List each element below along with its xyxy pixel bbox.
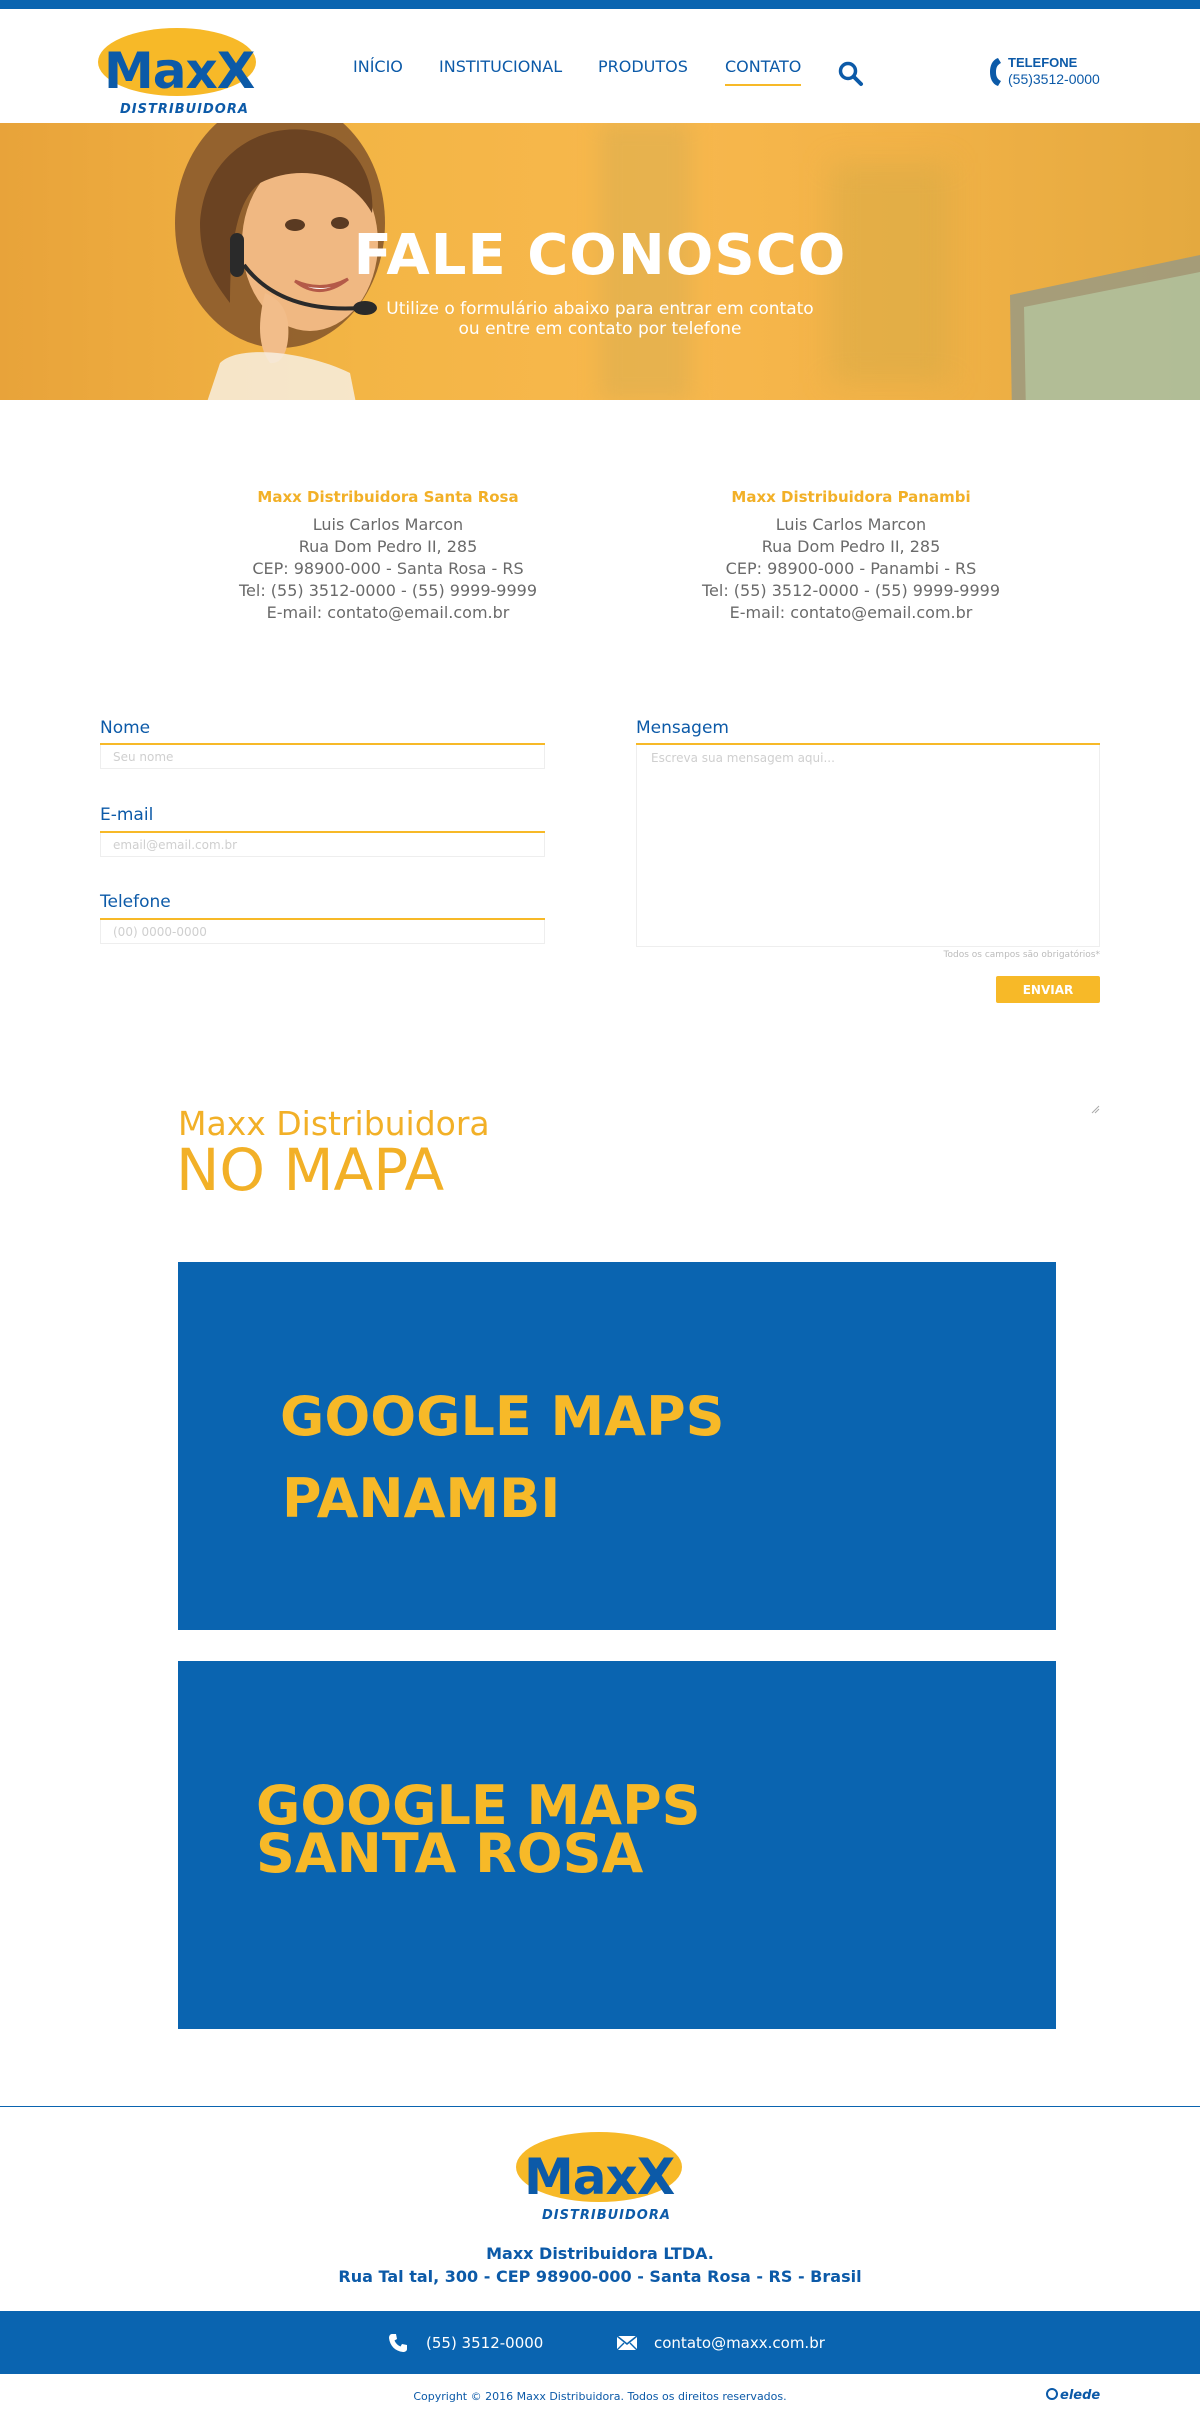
message-textarea[interactable] — [636, 745, 1100, 947]
phone-icon — [990, 58, 1001, 86]
nav-item-produtos[interactable]: PRODUTOS — [598, 57, 688, 76]
phone-input[interactable] — [100, 920, 545, 944]
footer-divider — [0, 2106, 1200, 2107]
contact-street: Rua Dom Pedro II, 285 — [761, 537, 941, 556]
search-icon — [838, 61, 863, 86]
contact-name: Maxx Distribuidora Santa Rosa — [257, 488, 519, 506]
map-santa-rosa[interactable]: GOOGLE MAPS SANTA ROSA — [178, 1661, 1056, 2029]
map-label-line2: PANAMBI — [282, 1467, 561, 1530]
phone-label: Telefone — [100, 892, 171, 912]
email-label: E-mail — [100, 805, 154, 825]
footer-email-text: contato@maxx.com.br — [654, 2334, 825, 2352]
nav-item-institucional[interactable]: INSTITUCIONAL — [439, 57, 562, 76]
footer-logo[interactable]: MaxX DISTRIBUIDORA — [516, 2132, 684, 2223]
logo-subtitle: DISTRIBUIDORA — [542, 2208, 671, 2223]
contact-person: Luis Carlos Marcon — [775, 515, 927, 534]
credit-logo-icon — [1046, 2388, 1058, 2400]
contact-tel: Tel: (55) 3512-0000 - (55) 9999-9999 — [238, 581, 538, 600]
footer-address: Rua Tal tal, 300 - CEP 98900-000 - Santa… — [338, 2267, 862, 2286]
message-label: Mensagem — [636, 718, 729, 738]
map-panambi[interactable]: GOOGLE MAPS PANAMBI — [178, 1262, 1056, 1630]
site-header: MaxX DISTRIBUIDORA INÍCIO INSTITUCIONAL … — [0, 9, 1200, 123]
search-button[interactable] — [838, 61, 864, 87]
credit-text: elede — [1060, 2388, 1101, 2403]
footer-contact-bar: (55) 3512-0000 contato@maxx.com.br — [0, 2311, 1200, 2374]
contact-street: Rua Dom Pedro II, 285 — [298, 537, 478, 556]
footer-email[interactable]: contato@maxx.com.br — [616, 2333, 846, 2353]
contact-name: Maxx Distribuidora Panambi — [731, 488, 971, 506]
contact-email: E-mail: contato@email.com.br — [266, 603, 510, 622]
hero-subtitle-line2: ou entre em contato por telefone — [458, 319, 742, 339]
map-label-line2: SANTA ROSA — [256, 1822, 644, 1885]
nav-item-contato[interactable]: CONTATO — [725, 57, 802, 86]
logo[interactable]: MaxX DISTRIBUIDORA — [98, 28, 256, 120]
email-input[interactable] — [100, 833, 545, 857]
send-button[interactable]: ENVIAR — [996, 976, 1100, 1003]
phone-icon — [389, 2334, 407, 2352]
hero-banner: FALE CONOSCO Utilize o formulário abaixo… — [0, 123, 1200, 400]
footer-company: Maxx Distribuidora LTDA. — [486, 2244, 714, 2263]
page-title: FALE CONOSCO — [353, 223, 847, 288]
contact-email: E-mail: contato@email.com.br — [729, 603, 973, 622]
logo-subtitle: DISTRIBUIDORA — [120, 102, 249, 117]
contact-person: Luis Carlos Marcon — [312, 515, 464, 534]
name-input[interactable] — [100, 745, 545, 769]
name-label: Nome — [100, 718, 151, 738]
map-section-title: NO MAPA — [176, 1136, 445, 1204]
copyright: Copyright © 2016 Maxx Distribuidora. Tod… — [413, 2390, 787, 2403]
logo-text: MaxX — [104, 42, 255, 100]
hero-subtitle-line1: Utilize o formulário abaixo para entrar … — [386, 299, 814, 319]
footer-phone[interactable]: (55) 3512-0000 — [388, 2333, 578, 2353]
footer-phone-text: (55) 3512-0000 — [426, 2334, 544, 2352]
contact-card-santa-rosa: Maxx Distribuidora Santa Rosa Luis Carlo… — [178, 488, 598, 624]
email-icon — [616, 2335, 638, 2351]
logo-text: MaxX — [524, 2148, 675, 2206]
required-note: Todos os campos são obrigatórios* — [943, 950, 1100, 960]
map-label-line1: GOOGLE MAPS — [280, 1385, 725, 1448]
nav-item-inicio[interactable]: INÍCIO — [353, 57, 403, 76]
developer-credit[interactable]: elede — [1046, 2388, 1100, 2403]
phone-label: TELEFONE — [1008, 55, 1078, 70]
contact-cep: CEP: 98900-000 - Santa Rosa - RS — [252, 559, 524, 578]
contact-tel: Tel: (55) 3512-0000 - (55) 9999-9999 — [701, 581, 1001, 600]
contact-card-panambi: Maxx Distribuidora Panambi Luis Carlos M… — [641, 488, 1061, 624]
resize-handle-icon[interactable] — [1090, 1104, 1100, 1114]
contact-cep: CEP: 98900-000 - Panambi - RS — [725, 559, 977, 578]
top-stripe — [0, 0, 1200, 9]
phone-number: (55)3512-0000 — [1008, 71, 1100, 87]
